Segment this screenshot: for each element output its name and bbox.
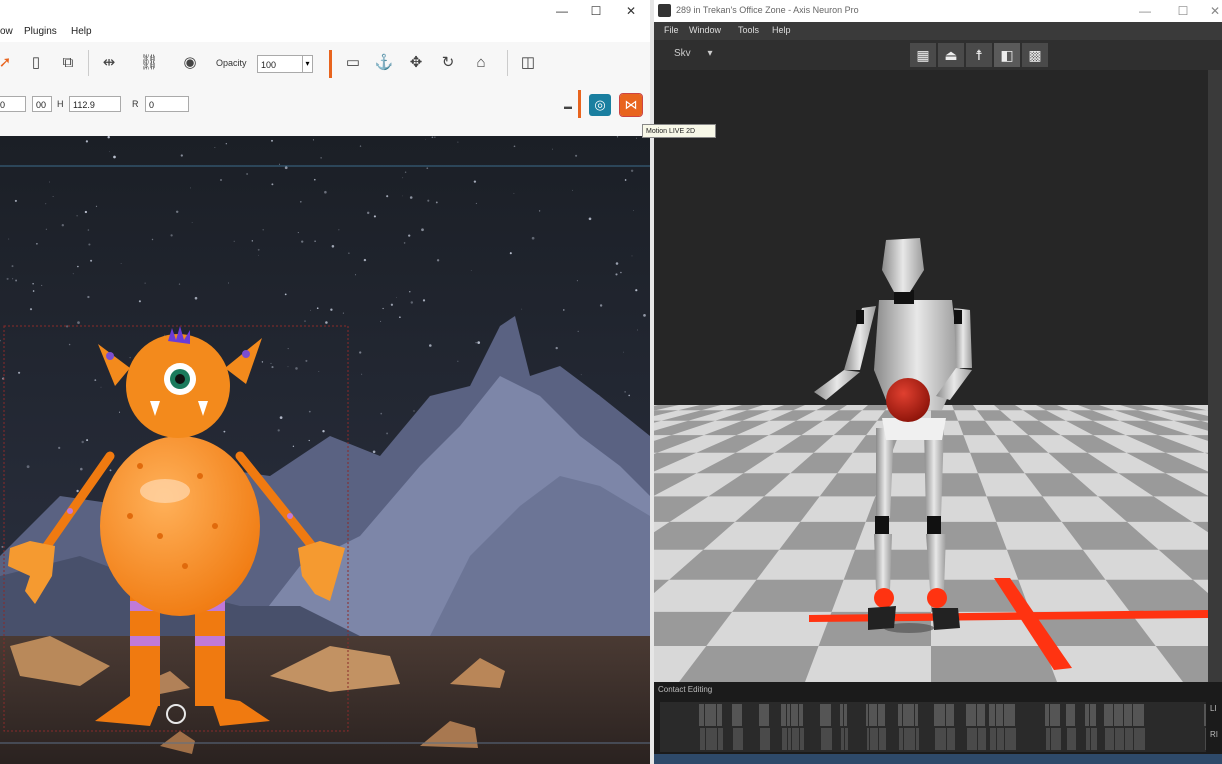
menu-tools[interactable]: Tools — [738, 25, 759, 35]
main-toolbar: ➚ ▯ ⧉ ⇹ ⛓ ◉ Opacity 100 ▾ ▭ ⚓ ✥ ↻ ⌂ ◫ — [0, 42, 650, 87]
timeline-bars — [699, 704, 1207, 750]
maximize-button[interactable]: ☐ — [1166, 0, 1200, 22]
space-scene — [0, 136, 650, 764]
transform-toolbar: 0 00 H 112.9 R 0 ▬ ◎ ⋈ — [0, 86, 650, 137]
right-menu-bar: File Window Tools Help — [654, 22, 1222, 40]
r-label: R — [132, 99, 139, 109]
grid-icon[interactable]: ▦ — [910, 43, 936, 67]
home-icon[interactable]: ⌂ — [470, 52, 492, 74]
rotate-icon[interactable]: ↻ — [437, 52, 459, 74]
orange-separator — [329, 50, 332, 78]
view-dropdown-label: Skv — [674, 48, 691, 59]
track-label-left: LI — [1210, 704, 1217, 713]
panel-icon[interactable]: ◧ — [994, 43, 1020, 67]
link-icon[interactable]: ⛓ — [138, 52, 160, 74]
w-field[interactable]: 00 — [32, 96, 52, 112]
move-icon[interactable]: ✥ — [405, 52, 427, 74]
toolbar-divider — [88, 50, 89, 76]
toolbar-divider — [507, 50, 508, 76]
r-field[interactable]: 0 — [145, 96, 189, 112]
3d-viewport[interactable] — [654, 70, 1208, 682]
anchor-icon[interactable]: ⚓ — [373, 52, 395, 74]
viewport-toolbar: Skv ▾ ▦ ⏏ ☨ ◧ ▩ — [654, 40, 1222, 70]
page-icon[interactable]: ▯ — [25, 52, 47, 74]
chevron-down-icon[interactable]: ▬ — [564, 102, 572, 111]
side-panel-edge — [1208, 70, 1222, 682]
skeleton-icon[interactable]: ☨ — [966, 43, 992, 67]
opacity-input[interactable]: 100 — [257, 55, 303, 73]
layers-icon[interactable]: ⧉ — [57, 52, 79, 74]
canvas-stage[interactable] — [0, 136, 650, 764]
contact-editing-panel: Contact Editing LI RI — [654, 682, 1222, 764]
menu-plugins[interactable]: Plugins — [24, 26, 57, 37]
camera-icon[interactable]: ▭ — [342, 52, 364, 74]
timeline-track[interactable] — [660, 702, 1207, 752]
tooltip: Motion LIVE 2D — [642, 124, 716, 138]
minimize-button[interactable]: — — [545, 0, 579, 22]
close-button[interactable]: ✕ — [1198, 0, 1222, 22]
x-field[interactable]: 0 — [0, 96, 26, 112]
left-menu-bar: ow Plugins Help — [0, 22, 650, 42]
menu-window[interactable]: ow — [0, 26, 13, 37]
panel-title: Contact Editing — [658, 685, 713, 694]
menu-window[interactable]: Window — [689, 25, 721, 35]
robot-scene — [654, 70, 1208, 682]
close-button[interactable]: ✕ — [614, 0, 648, 22]
menu-help[interactable]: Help — [71, 26, 92, 37]
chevron-down-icon: ▾ — [707, 48, 713, 59]
motion-live-orange-icon[interactable]: ⋈ — [619, 93, 643, 117]
menu-file[interactable]: File — [664, 25, 679, 35]
checker-icon[interactable]: ▩ — [1022, 43, 1048, 67]
orange-separator — [578, 90, 581, 118]
maximize-button[interactable]: ☐ — [579, 0, 613, 22]
pointer-icon[interactable]: ➚ — [0, 52, 16, 74]
menu-help[interactable]: Help — [772, 25, 791, 35]
window-title: 289 in Trekan's Office Zone - Axis Neuro… — [676, 5, 859, 15]
minimize-button[interactable]: — — [1128, 0, 1162, 22]
right-title-bar: 289 in Trekan's Office Zone - Axis Neuro… — [654, 0, 1222, 22]
track-label-right: RI — [1210, 730, 1218, 739]
view-dropdown[interactable]: Skv ▾ — [674, 48, 712, 59]
h-label: H — [57, 99, 64, 109]
right-app-window: 289 in Trekan's Office Zone - Axis Neuro… — [654, 0, 1222, 764]
app-logo-icon — [658, 4, 671, 17]
eye-icon[interactable]: ◉ — [179, 52, 201, 74]
flip-icon[interactable]: ⇹ — [98, 52, 120, 74]
left-app-window: — ☐ ✕ ow Plugins Help ➚ ▯ ⧉ ⇹ ⛓ ◉ Opacit… — [0, 0, 650, 764]
camera-icon[interactable]: ⏏ — [938, 43, 964, 67]
opacity-label: Opacity — [216, 58, 247, 68]
panel-icon[interactable]: ◫ — [517, 52, 539, 74]
motion-live-blue-icon[interactable]: ◎ — [589, 94, 611, 116]
timeline-ruler[interactable] — [654, 754, 1222, 764]
h-field[interactable]: 112.9 — [69, 96, 121, 112]
left-title-bar: — ☐ ✕ — [0, 0, 650, 22]
opacity-dropdown-button[interactable]: ▾ — [302, 55, 313, 73]
